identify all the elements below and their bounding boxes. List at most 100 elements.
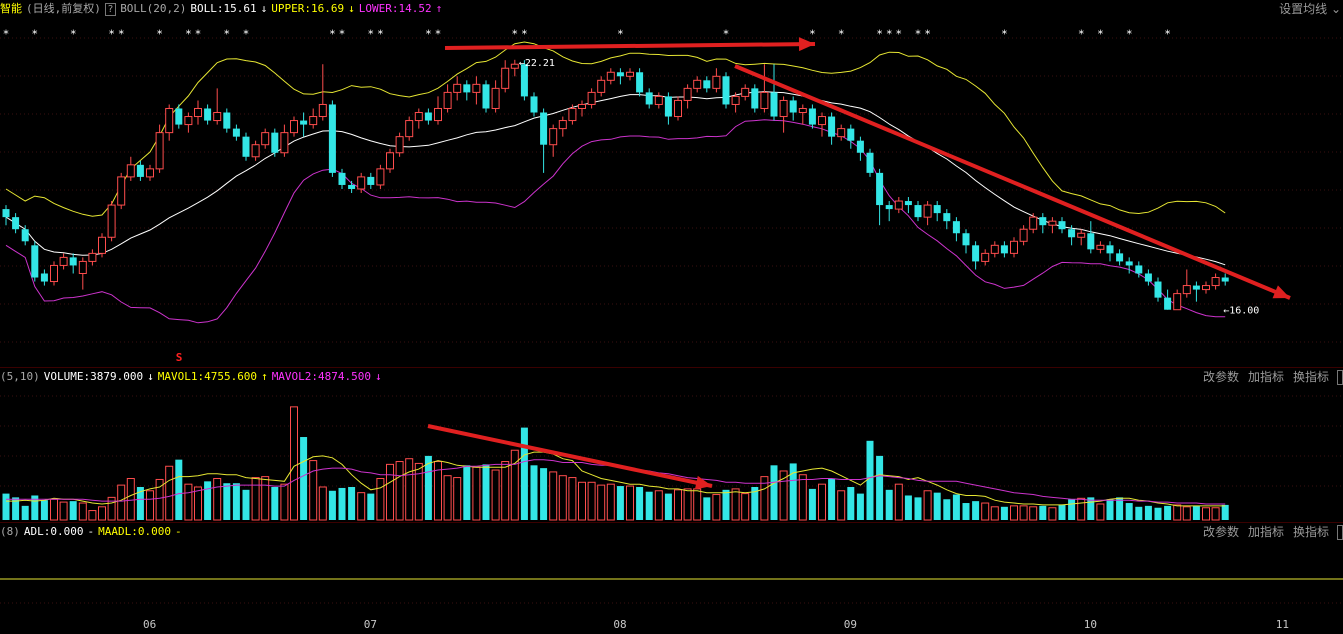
volume-bar-up [414, 462, 423, 521]
mavol1-arrow-icon: ↑ [261, 370, 268, 383]
candle-body-down [808, 108, 816, 125]
candle-body-up [146, 168, 154, 178]
low-price-label: ←16.00 [1223, 306, 1259, 317]
adl-switch-indicator-button[interactable]: 换指标 [1293, 523, 1329, 541]
signal-star-icon: ⁎ [1002, 24, 1008, 37]
candle [98, 233, 106, 258]
candle [251, 140, 260, 161]
volume-bar-up [1029, 506, 1038, 521]
candle [894, 197, 903, 214]
volume-change-params-button[interactable]: 改参数 [1203, 368, 1239, 386]
candle [69, 253, 77, 274]
candle-body-down [636, 72, 644, 93]
candle-body-down [751, 88, 759, 109]
volume-bar-up [78, 502, 87, 521]
candle-body-up [1048, 220, 1057, 226]
signal-star-icon: ⁎ [512, 24, 518, 37]
candle [491, 80, 500, 113]
volume-bar-down [1116, 497, 1124, 520]
volume-bar-down [770, 465, 778, 520]
candle [1144, 269, 1152, 286]
x-tick-label: 11 [1275, 618, 1290, 631]
volume-bar-up [981, 502, 990, 521]
adl-close-icon[interactable] [1337, 525, 1343, 540]
candle-body-up [501, 67, 510, 89]
candle [78, 257, 87, 290]
volume-bar-down [664, 493, 672, 520]
candle-body-down [21, 229, 29, 242]
trend-arrow-top [444, 37, 816, 52]
candle-body-down [1068, 229, 1076, 238]
volume-bar-up [549, 471, 558, 521]
candle [184, 112, 193, 133]
candle [1048, 217, 1057, 234]
volume-bar-down [952, 494, 960, 520]
indicator-name: BOLL(20,2) [120, 2, 187, 15]
volume-arrow-icon: ↓ [147, 370, 154, 383]
candle [367, 172, 375, 189]
volume-bar-up [731, 488, 740, 521]
candle [549, 124, 558, 157]
candle-body-down [770, 92, 778, 117]
signal-star-icon: ⁎ [118, 24, 124, 37]
signal-star-icon: ⁎ [1078, 24, 1084, 37]
volume-switch-indicator-button[interactable]: 换指标 [1293, 368, 1329, 386]
candle [1039, 213, 1047, 234]
volume-bar-down [1221, 504, 1229, 520]
candle-body-up [98, 236, 106, 254]
volume-bar-up [741, 493, 750, 521]
candle-body-up [779, 99, 788, 118]
volume-bar-down [933, 492, 941, 520]
help-button[interactable]: ? [104, 3, 117, 16]
volume-bar-down [540, 468, 548, 520]
volume-bar-up [376, 478, 385, 521]
candle-body-up [510, 63, 519, 69]
candle [654, 92, 663, 109]
adl-add-indicator-button[interactable]: 加指标 [1248, 523, 1284, 541]
volume-bar-down [636, 487, 644, 520]
volume-close-icon[interactable] [1337, 370, 1343, 385]
price-chart[interactable]: ⁎ ⁎ ⁎ ⁎ ⁎ ⁎ ⁎ ⁎ ⁎ ⁎ ⁎ ⁎ ⁎ ⁎ ⁎ ⁎ ⁎ ⁎ ⁎ ⁎ ⁎ ⁎ ⁎ ⁎ ⁎ ⁎ ⁎ ⁎ ⁎ ⁎ ⁎ ⁎←22.21←1… [0, 18, 1343, 366]
candle [1096, 241, 1105, 254]
candle [760, 64, 769, 113]
candle [2, 205, 10, 226]
volume-bar-up [472, 466, 481, 521]
settings-ma-button[interactable]: 设置均线 ⌄ [1279, 0, 1341, 18]
trend-arrow-down [734, 64, 1291, 300]
candle-body-up [1211, 277, 1220, 287]
candle [482, 80, 490, 113]
candle [1058, 217, 1066, 234]
candle-body-down [530, 96, 538, 113]
candle [664, 92, 672, 125]
volume-chart[interactable] [0, 386, 1343, 522]
candle-body-up [251, 144, 260, 158]
volume-bar-down [21, 505, 29, 520]
candle-body-down [40, 273, 48, 282]
candle [414, 108, 423, 129]
volume-bar-up [1182, 506, 1191, 521]
candle-body-up [1173, 293, 1182, 311]
candle [722, 72, 730, 109]
adl-change-params-button[interactable]: 改参数 [1203, 523, 1239, 541]
candle [1221, 273, 1229, 286]
volume-bar-up [1077, 497, 1086, 521]
volume-add-indicator-button[interactable]: 加指标 [1248, 368, 1284, 386]
volume-bar-down [847, 487, 855, 520]
signal-star-icon: ⁎ [618, 24, 624, 37]
upper-value: UPPER:16.69 [271, 2, 345, 15]
candle [885, 201, 893, 222]
candle [1019, 225, 1028, 246]
candle [1182, 269, 1191, 298]
signal-star-icon: ⁎ [378, 24, 384, 37]
candle-body-up [894, 200, 903, 210]
candle-body-up [155, 132, 164, 170]
candle [309, 108, 318, 129]
chevron-down-icon: ⌄ [1330, 2, 1341, 16]
volume-bar-up [1202, 507, 1210, 521]
candle [1211, 273, 1220, 290]
adl-chart[interactable] [0, 541, 1343, 615]
candle [386, 148, 394, 173]
candle [1164, 289, 1172, 310]
candle [818, 112, 826, 137]
volume-bar-up [578, 481, 586, 521]
